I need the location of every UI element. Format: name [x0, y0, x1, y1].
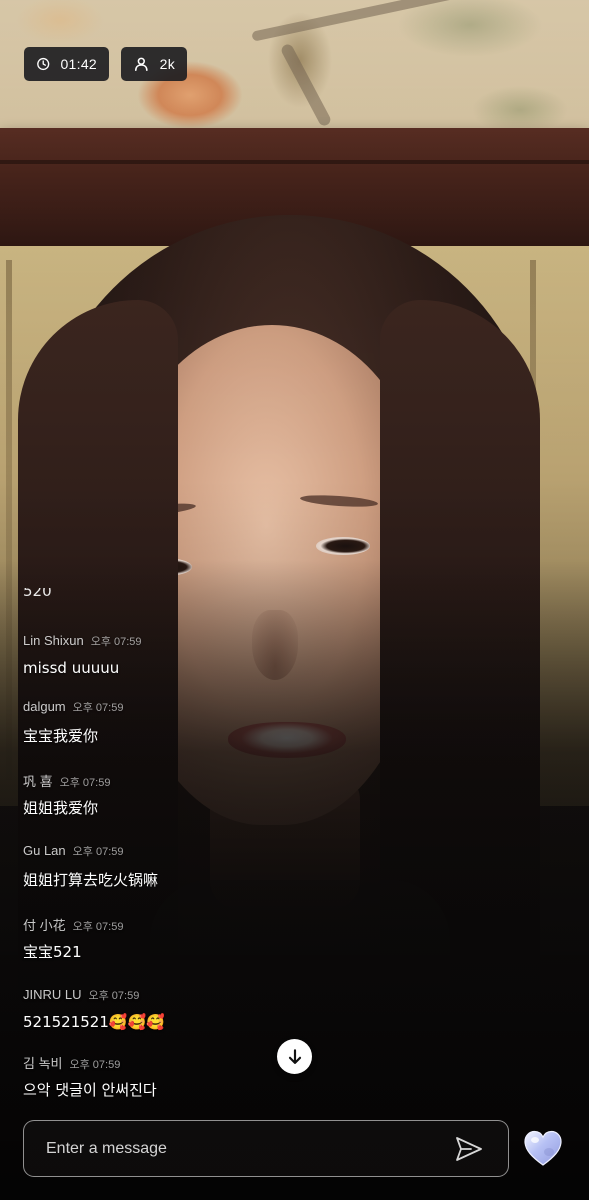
- scroll-to-latest-button[interactable]: [277, 1039, 312, 1074]
- chat-message: 付 小花 오후 07:59 宝宝521: [23, 915, 543, 962]
- clock-icon: [37, 57, 50, 71]
- viewer-count: 2k: [159, 56, 175, 72]
- chat-message: JINRU LU 오후 07:59 521521521🥰🥰🥰: [23, 987, 543, 1031]
- heart-reaction-button[interactable]: [521, 1126, 565, 1170]
- chat-timestamp: 오후 07:59: [69, 1059, 121, 1071]
- chat-timestamp: 오후 07:59: [88, 990, 140, 1002]
- elapsed-time: 01:42: [60, 56, 97, 72]
- heart-icon: [524, 1130, 562, 1166]
- person-icon: [135, 57, 148, 71]
- chat-timestamp: 오후 07:59: [59, 777, 111, 789]
- chat-timestamp: 오후 07:59: [72, 921, 124, 933]
- chat-text: 宝宝521: [23, 943, 82, 961]
- chat-message: dalgum 오후 07:59 宝宝我爱你: [23, 699, 543, 746]
- chat-timestamp: 오후 07:59: [72, 702, 124, 714]
- message-input[interactable]: [46, 1121, 446, 1176]
- elapsed-time-badge: 01:42: [24, 47, 109, 81]
- message-input-bar: [23, 1120, 509, 1177]
- chat-text: 521521521🥰🥰🥰: [23, 1013, 165, 1031]
- chat-message-partial: 520: [23, 588, 52, 600]
- chat-username[interactable]: 김 녹비: [23, 1053, 63, 1072]
- arrow-down-icon: [288, 1048, 301, 1064]
- chat-username[interactable]: JINRU LU: [23, 987, 82, 1002]
- chat-timestamp: 오후 07:59: [72, 846, 124, 858]
- chat-username[interactable]: dalgum: [23, 699, 66, 714]
- send-button[interactable]: [452, 1133, 486, 1165]
- chat-list[interactable]: 520 Lin Shixun 오후 07:59 missd uuuuu dalg…: [0, 588, 560, 1106]
- chat-message: Lin Shixun 오후 07:59 missd uuuuu: [23, 633, 543, 677]
- send-icon: [456, 1137, 482, 1161]
- chat-text: 宝宝我爱你: [23, 727, 99, 745]
- viewer-count-badge: 2k: [121, 47, 187, 81]
- chat-text: 姐姐我爱你: [23, 799, 99, 817]
- chat-text: 姐姐打算去吃火锅嘛: [23, 871, 159, 889]
- chat-username[interactable]: 付 小花: [23, 915, 66, 934]
- chat-message: Gu Lan 오후 07:59 姐姐打算去吃火锅嘛: [23, 843, 543, 890]
- chat-text: missd uuuuu: [23, 659, 120, 677]
- live-stream-screen: 01:42 2k 520 Lin Shixun 오후 07:59 missd u…: [0, 0, 589, 1200]
- chat-text: 으악 댓글이 안써진다: [23, 1081, 157, 1099]
- chat-username[interactable]: Lin Shixun: [23, 633, 84, 648]
- chat-message: 巩 喜 오후 07:59 姐姐我爱你: [23, 771, 543, 818]
- chat-username[interactable]: 巩 喜: [23, 771, 53, 790]
- chat-timestamp: 오후 07:59: [90, 636, 142, 648]
- chat-username[interactable]: Gu Lan: [23, 843, 66, 858]
